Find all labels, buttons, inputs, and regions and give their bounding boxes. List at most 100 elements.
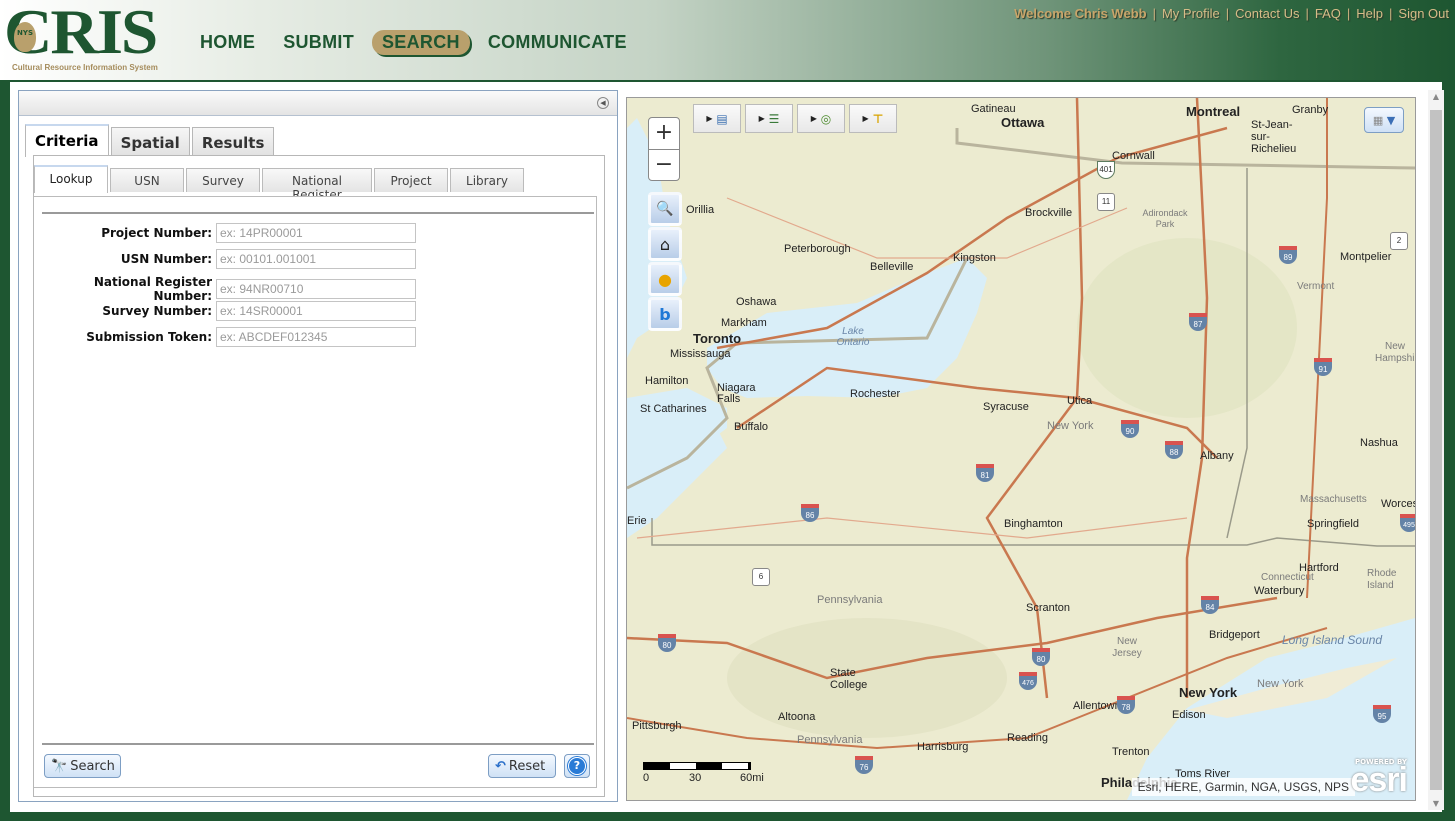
national-register-number-input[interactable] — [216, 279, 416, 299]
subtab-survey[interactable]: Survey — [186, 168, 260, 192]
city-label: New York — [1179, 685, 1238, 700]
street-view-button[interactable]: ● — [648, 262, 682, 296]
city-label: Scranton — [1026, 602, 1071, 614]
divider — [42, 212, 594, 214]
magnifier-plus-icon: 🔍 — [656, 201, 674, 217]
search-button-label: Search — [70, 758, 115, 774]
usn-number-input[interactable] — [216, 249, 416, 269]
search-button[interactable]: 🔭 Search — [44, 754, 121, 778]
city-label: Utica — [1067, 395, 1093, 407]
nav-submit[interactable]: SUBMIT — [273, 30, 364, 55]
highway-shield: 80 — [1032, 648, 1050, 666]
highway-shield: 11 — [1097, 193, 1115, 211]
city-label: Ottawa — [1001, 115, 1045, 130]
criteria-sub-tabs: Lookup USN Survey National Register Proj… — [34, 164, 526, 202]
city-label: Syracuse — [983, 401, 1029, 413]
contact-us-link[interactable]: Contact Us — [1235, 6, 1299, 21]
search-panel: ◀ Criteria Spatial Results Lookup USN Su… — [18, 90, 618, 802]
locate-tool-button[interactable]: ▶ ◎ — [797, 104, 845, 133]
highway-shield: 495 — [1400, 514, 1415, 532]
cris-logo[interactable]: CRIS NYS Cultural Resource Information S… — [4, 0, 164, 78]
faq-link[interactable]: FAQ — [1315, 6, 1341, 21]
basemap-gallery-button[interactable]: ▦ ▼ — [1364, 107, 1404, 133]
city-label: Hamilton — [645, 375, 689, 387]
scale-bar — [643, 762, 751, 770]
nav-home[interactable]: HOME — [190, 30, 265, 55]
subtab-usn[interactable]: USN — [110, 168, 184, 192]
welcome-text: Welcome Chris Webb — [1014, 6, 1147, 21]
measure-tool-button[interactable]: ▶ ⊤ — [849, 104, 897, 133]
highway-shield: 80 — [658, 634, 676, 652]
highway-shield: 401 — [1097, 161, 1115, 179]
city-label: Orillia — [686, 204, 715, 216]
us-canada-border — [955, 128, 1415, 170]
city-label: Belleville — [870, 261, 914, 273]
logo-subtitle: Cultural Resource Information System — [12, 63, 158, 72]
scroll-down-arrow[interactable]: ▼ — [1428, 799, 1444, 808]
full-extent-button[interactable]: ⌂ — [648, 227, 682, 261]
scale-label: 30 — [689, 772, 702, 784]
city-label: Albany — [1200, 450, 1234, 462]
submission-token-input[interactable] — [216, 327, 416, 347]
help-link[interactable]: Help — [1356, 6, 1383, 21]
reset-button[interactable]: ↶ Reset — [488, 754, 556, 778]
submission-token-row: Submission Token: — [34, 327, 416, 347]
my-profile-link[interactable]: My Profile — [1162, 6, 1220, 21]
collapse-panel-icon[interactable]: ◀ — [597, 97, 609, 109]
esri-wordmark: esri — [1350, 761, 1408, 799]
map-attribution: Esri, HERE, Garmin, NGA, USGS, NPS — [1131, 778, 1355, 796]
usn-number-label: USN Number: — [120, 252, 212, 266]
city-label: St-Jean-sur-Richelieu — [1251, 119, 1297, 155]
highway-shield: 78 — [1117, 696, 1135, 714]
city-label: Rochester — [850, 388, 901, 400]
tab-results[interactable]: Results — [191, 127, 275, 155]
layer-list-tool-button[interactable]: ▶ ☰ — [745, 104, 793, 133]
city-label: Montpelier — [1340, 251, 1392, 263]
sign-out-link[interactable]: Sign Out — [1398, 6, 1449, 21]
national-register-number-label: National Register Number: — [93, 275, 212, 303]
city-label: Binghamton — [1004, 518, 1063, 530]
bing-button[interactable]: b — [648, 297, 682, 331]
city-label: Buffalo — [734, 421, 769, 433]
city-label: Allentown — [1073, 700, 1121, 712]
region-label: Adirondack Park — [1142, 208, 1188, 229]
separator: | — [1225, 6, 1230, 21]
panel-header: ◀ — [19, 91, 617, 116]
main-nav: HOME SUBMIT SEARCH COMMUNICATE — [190, 30, 645, 55]
region-label: New Jersey — [1112, 636, 1142, 659]
zoom-control: + − — [648, 117, 680, 181]
region-label: Vermont — [1297, 281, 1335, 292]
help-icon: ? — [568, 757, 586, 775]
highway-shield: 476 — [1019, 672, 1037, 690]
nav-search[interactable]: SEARCH — [372, 30, 470, 55]
subtab-library[interactable]: Library — [450, 168, 524, 192]
scrollbar-thumb[interactable] — [1430, 110, 1442, 790]
city-label: Brockville — [1025, 207, 1073, 219]
page-scrollbar[interactable]: ▲ ▼ — [1428, 90, 1444, 810]
project-number-input[interactable] — [216, 223, 416, 243]
help-button[interactable]: ? — [564, 754, 590, 778]
scroll-up-arrow[interactable]: ▲ — [1428, 92, 1444, 101]
city-label: Markham — [721, 317, 767, 329]
city-label: Peterborough — [784, 243, 851, 255]
subtab-national-register[interactable]: National Register — [262, 168, 372, 202]
legend-tool-button[interactable]: ▶ ▤ — [693, 104, 741, 133]
highway-shield: 81 — [976, 464, 994, 482]
esri-logo[interactable]: POWERED BY esri — [1350, 758, 1408, 799]
subtab-lookup[interactable]: Lookup — [34, 165, 108, 193]
region-label: New York — [1257, 678, 1304, 690]
survey-number-input[interactable] — [216, 301, 416, 321]
zoom-out-button[interactable]: − — [649, 150, 679, 181]
nav-communicate[interactable]: COMMUNICATE — [478, 30, 637, 55]
ruler-icon: ⊤ — [872, 111, 884, 126]
tab-spatial[interactable]: Spatial — [110, 127, 190, 155]
zoom-box-button[interactable]: 🔍 — [648, 192, 682, 226]
water-label: Lake Ontario — [836, 326, 870, 348]
tab-criteria[interactable]: Criteria — [25, 124, 109, 157]
region-label: Pennsylvania — [797, 734, 863, 746]
content-area: ◀ Criteria Spatial Results Lookup USN Su… — [10, 82, 1444, 812]
map-view[interactable]: Gatineau Ottawa Montreal Granby St-Jean-… — [626, 97, 1416, 801]
highway-shield: 90 — [1121, 420, 1139, 438]
zoom-in-button[interactable]: + — [649, 118, 679, 150]
subtab-project[interactable]: Project — [374, 168, 448, 192]
